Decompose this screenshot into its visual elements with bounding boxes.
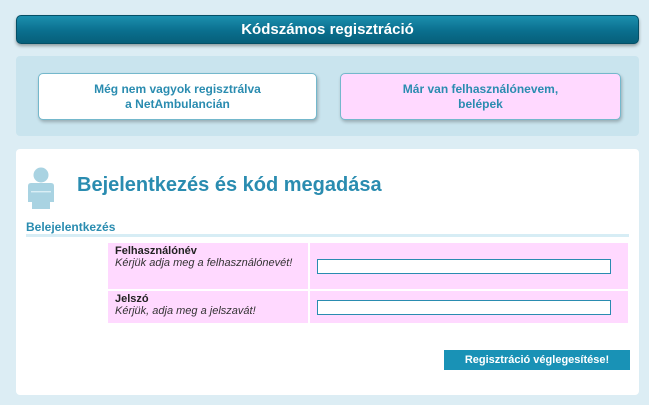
username-label: Felhasználónév bbox=[115, 245, 197, 257]
username-label-cell: Felhasználónév Kérjük adja meg a felhasz… bbox=[108, 243, 308, 289]
login-panel: Bejelentkezés és kód megadása Belejelent… bbox=[16, 149, 639, 395]
password-hint: Kérjük, adja meg a jelszavát! bbox=[115, 305, 256, 317]
section-label: Belejelentkezés bbox=[26, 220, 116, 234]
password-input[interactable] bbox=[317, 299, 611, 315]
user-avatar-icon bbox=[28, 167, 54, 209]
login-heading: Bejelentkezés és kód megadása bbox=[77, 174, 382, 196]
login-form: Felhasználónév Kérjük adja meg a felhasz… bbox=[106, 241, 630, 325]
already-registered-label: Már van felhasználónevem, belépek bbox=[402, 81, 559, 111]
page-title: Kódszámos regisztráció bbox=[241, 21, 414, 38]
password-label: Jelszó bbox=[115, 293, 149, 305]
username-hint: Kérjük adja meg a felhasználónevét! bbox=[115, 257, 293, 269]
page-header: Kódszámos regisztráció bbox=[16, 15, 639, 44]
already-registered-button[interactable]: Már van felhasználónevem, belépek bbox=[340, 73, 621, 120]
username-row: Felhasználónév Kérjük adja meg a felhasz… bbox=[108, 243, 628, 289]
choice-panel: Még nem vagyok regisztrálva a NetAmbulan… bbox=[16, 56, 639, 136]
not-registered-label: Még nem vagyok regisztrálva a NetAmbulan… bbox=[94, 81, 261, 111]
password-row: Jelszó Kérjük, adja meg a jelszavát! bbox=[108, 291, 628, 323]
password-field-cell bbox=[310, 291, 628, 323]
section-divider bbox=[26, 234, 629, 237]
username-field-cell bbox=[310, 243, 628, 289]
not-registered-button[interactable]: Még nem vagyok regisztrálva a NetAmbulan… bbox=[38, 73, 317, 120]
password-label-cell: Jelszó Kérjük, adja meg a jelszavát! bbox=[108, 291, 308, 323]
submit-registration-button[interactable]: Regisztráció véglegesítése! bbox=[444, 350, 630, 370]
username-input[interactable] bbox=[317, 258, 611, 274]
